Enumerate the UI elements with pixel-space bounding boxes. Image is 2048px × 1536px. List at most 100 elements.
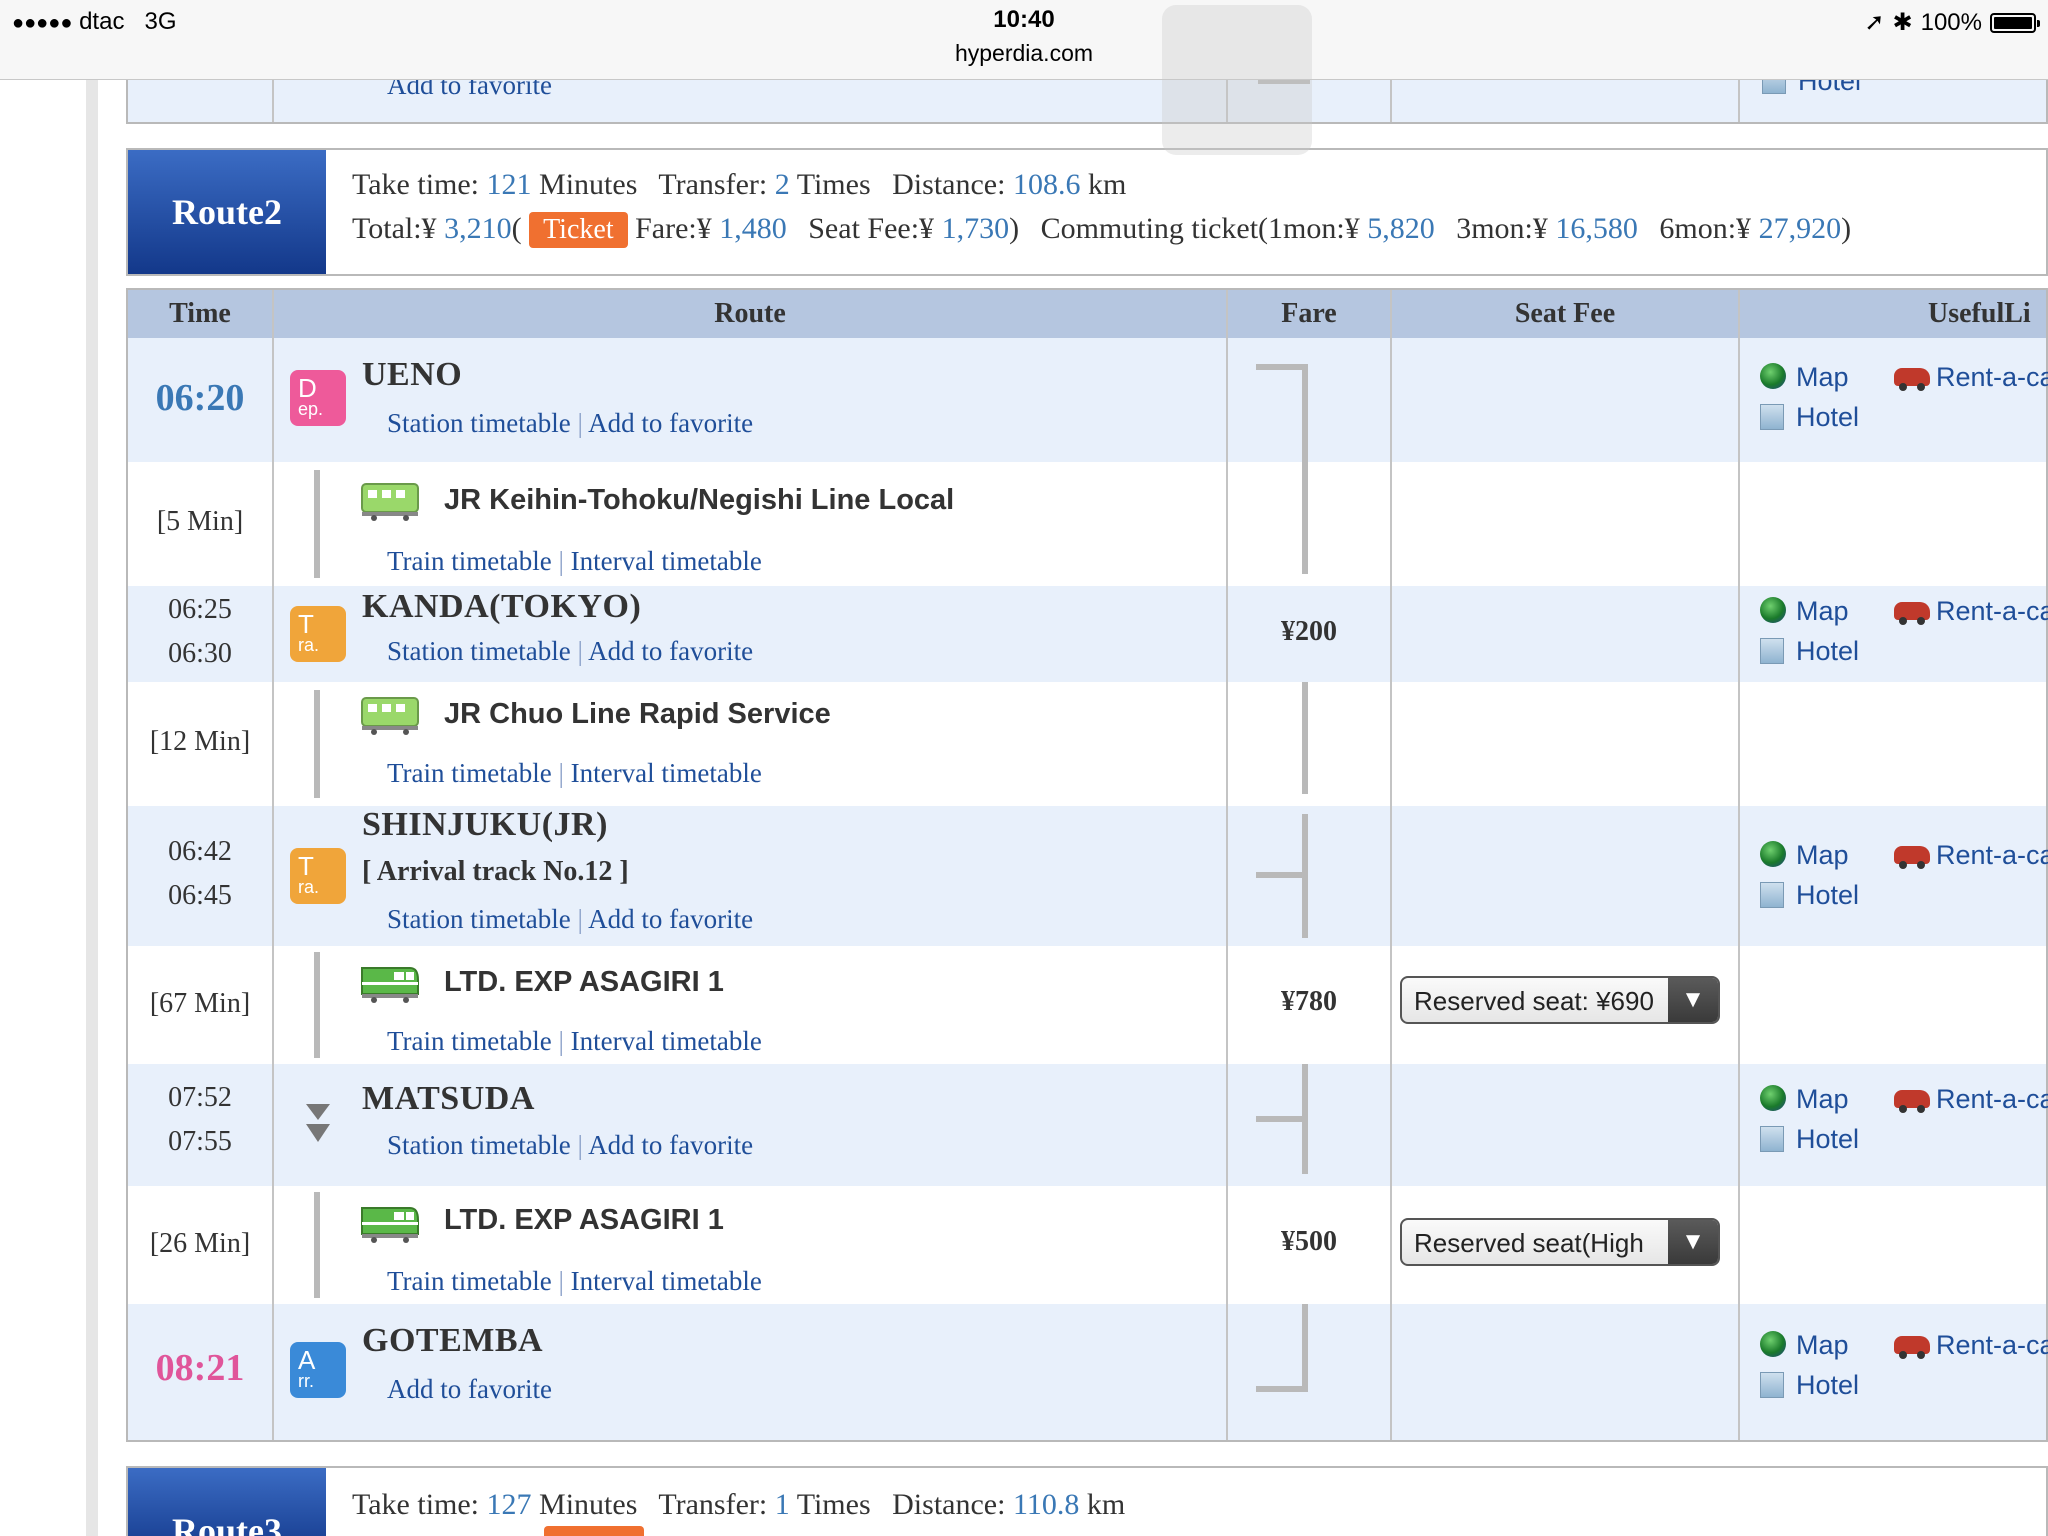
segment-duration: [12 Min] xyxy=(149,726,251,757)
add-favorite-link[interactable]: Add to favorite xyxy=(588,904,753,934)
add-favorite-link[interactable]: Add to favorite xyxy=(588,408,753,438)
route3-summary: Route3 Take time: 127 Minutes Transfer: … xyxy=(126,1466,2048,1536)
route-line xyxy=(314,690,320,798)
station-timetable-link[interactable]: Station timetable xyxy=(387,408,571,438)
column-divider xyxy=(1738,290,1740,1440)
departure-time: 06:45 xyxy=(168,880,232,911)
route-line xyxy=(314,1192,320,1298)
header-fare: Fare xyxy=(1281,298,1337,329)
fare-amount: ¥500 xyxy=(1281,1226,1337,1257)
car-icon xyxy=(1894,1090,1930,1113)
station-name[interactable]: SHINJUKU(JR) xyxy=(362,806,608,844)
fare-bracket-tick xyxy=(1256,872,1308,878)
map-link[interactable]: Map xyxy=(1760,1084,1849,1115)
fare-bracket-bottom xyxy=(1256,1386,1308,1392)
train-timetable-link[interactable]: Train timetable xyxy=(387,1026,552,1056)
hotel-icon xyxy=(1760,404,1784,430)
arrival-time: 08:21 xyxy=(155,1347,245,1389)
ticket-button[interactable]: Ticket xyxy=(529,212,628,248)
route3-ticket-button[interactable] xyxy=(544,1526,644,1536)
seat-type-select[interactable]: Reserved seat(High ▼ xyxy=(1400,1218,1720,1266)
train-row-seg4: [26 Min] LTD. EXP ASAGIRI 1 Train timeta… xyxy=(128,1186,2046,1304)
hotel-icon xyxy=(1760,882,1784,908)
hotel-icon xyxy=(1760,638,1784,664)
station-links: Station timetable | Add to favorite xyxy=(387,904,754,934)
train-name[interactable]: LTD. EXP ASAGIRI 1 xyxy=(444,1204,724,1237)
battery-percent: 100% xyxy=(1920,8,1982,36)
station-name[interactable]: UENO xyxy=(362,356,462,394)
rent-a-car-link[interactable]: Rent-a-ca xyxy=(1894,362,2048,393)
route2-info: Take time: 121 Minutes Transfer: 2 Times… xyxy=(352,168,1851,248)
header-route: Route xyxy=(714,298,786,329)
fare-amount: ¥780 xyxy=(1281,986,1337,1017)
train-name[interactable]: JR Chuo Line Rapid Service xyxy=(444,698,831,731)
train-timetable-link[interactable]: Train timetable xyxy=(387,1266,552,1296)
station-links: Station timetable | Add to favorite xyxy=(387,636,754,666)
rent-a-car-link[interactable]: Rent-a-ca xyxy=(1894,596,2048,627)
add-favorite-link[interactable]: Add to favorite xyxy=(387,1374,552,1404)
train-name[interactable]: JR Keihin-Tohoku/Negishi Line Local xyxy=(444,484,954,517)
station-timetable-link[interactable]: Station timetable xyxy=(387,1130,571,1160)
rent-a-car-link[interactable]: Rent-a-ca xyxy=(1894,1330,2048,1361)
bluetooth-icon: ✱ xyxy=(1892,9,1913,36)
interval-timetable-link[interactable]: Interval timetable xyxy=(571,1266,762,1296)
take-time-value: 121 xyxy=(486,168,532,201)
arrival-track: [ Arrival track No.12 ] xyxy=(362,856,629,887)
column-divider xyxy=(1226,290,1228,1440)
add-favorite-link[interactable]: Add to favorite xyxy=(588,636,753,666)
map-link[interactable]: Map xyxy=(1760,840,1849,871)
hotel-link[interactable]: Hotel xyxy=(1760,1370,1859,1401)
rent-a-car-link[interactable]: Rent-a-ca xyxy=(1894,1084,2048,1115)
dropdown-arrow-icon: ▼ xyxy=(1668,978,1718,1022)
train-row-seg3: [67 Min] LTD. EXP ASAGIRI 1 Train timeta… xyxy=(128,946,2046,1064)
local-train-icon xyxy=(361,483,419,521)
station-timetable-link[interactable]: Station timetable xyxy=(387,636,571,666)
arrival-time: 07:52 xyxy=(168,1082,232,1113)
transfer-icon: Tra. xyxy=(290,606,346,662)
seat-type-select[interactable]: Reserved seat: ¥690 ▼ xyxy=(1400,976,1720,1024)
interval-timetable-link[interactable]: Interval timetable xyxy=(571,546,762,576)
transfer-icon: Tra. xyxy=(290,848,346,904)
route2-badge[interactable]: Route2 xyxy=(128,150,326,274)
fare-bracket-line xyxy=(1302,682,1308,794)
route3-badge[interactable]: Route3 xyxy=(128,1468,326,1536)
segment-duration: [5 Min] xyxy=(156,506,244,537)
map-link[interactable]: Map xyxy=(1760,362,1849,393)
fare-bracket-top xyxy=(1256,364,1308,370)
station-name[interactable]: KANDA(TOKYO) xyxy=(362,588,641,626)
dropdown-arrow-icon: ▼ xyxy=(1668,1220,1718,1264)
fare-amount: ¥200 xyxy=(1281,616,1337,647)
train-row-seg1: [5 Min] JR Keihin-Tohoku/Negishi Line Lo… xyxy=(128,462,2046,586)
train-timetable-link[interactable]: Train timetable xyxy=(387,546,552,576)
hotel-link[interactable]: Hotel xyxy=(1760,636,1859,667)
departure-icon: Dep. xyxy=(290,370,346,426)
globe-icon xyxy=(1760,1085,1786,1111)
url-bar[interactable]: hyperdia.com xyxy=(0,40,2048,67)
distance-value: 108.6 xyxy=(1012,168,1081,201)
add-favorite-link[interactable]: Add to favorite xyxy=(588,1130,753,1160)
departure-time: 06:20 xyxy=(155,377,245,419)
hotel-link[interactable]: Hotel xyxy=(1760,402,1859,433)
hotel-link[interactable]: Hotel xyxy=(1760,880,1859,911)
train-timetable-link[interactable]: Train timetable xyxy=(387,758,552,788)
status-bar: ●●●●● dtac 3G 10:40 hyperdia.com ➚ ✱ 100… xyxy=(0,0,2048,80)
station-name[interactable]: MATSUDA xyxy=(362,1080,535,1118)
route-line xyxy=(314,470,320,578)
fare-bracket-tick xyxy=(1256,1116,1308,1122)
map-link[interactable]: Map xyxy=(1760,596,1849,627)
arrival-time: 06:25 xyxy=(168,594,232,625)
station-row-gotemba: 08:21 Arr. GOTEMBA Add to favorite Map R… xyxy=(128,1304,2048,1440)
interval-timetable-link[interactable]: Interval timetable xyxy=(571,1026,762,1056)
commute-6mon-value: 27,920 xyxy=(1758,212,1842,245)
interval-timetable-link[interactable]: Interval timetable xyxy=(571,758,762,788)
hotel-link[interactable]: Hotel xyxy=(1760,1124,1859,1155)
rent-a-car-link[interactable]: Rent-a-ca xyxy=(1894,840,2048,871)
arrival-icon: Arr. xyxy=(290,1342,346,1398)
station-timetable-link[interactable]: Station timetable xyxy=(387,904,571,934)
station-name[interactable]: GOTEMBA xyxy=(362,1322,543,1360)
column-divider xyxy=(272,290,274,1440)
header-seat-fee: Seat Fee xyxy=(1514,298,1616,329)
train-name[interactable]: LTD. EXP ASAGIRI 1 xyxy=(444,966,724,999)
train-links: Train timetable | Interval timetable xyxy=(387,1266,762,1296)
map-link[interactable]: Map xyxy=(1760,1330,1849,1361)
